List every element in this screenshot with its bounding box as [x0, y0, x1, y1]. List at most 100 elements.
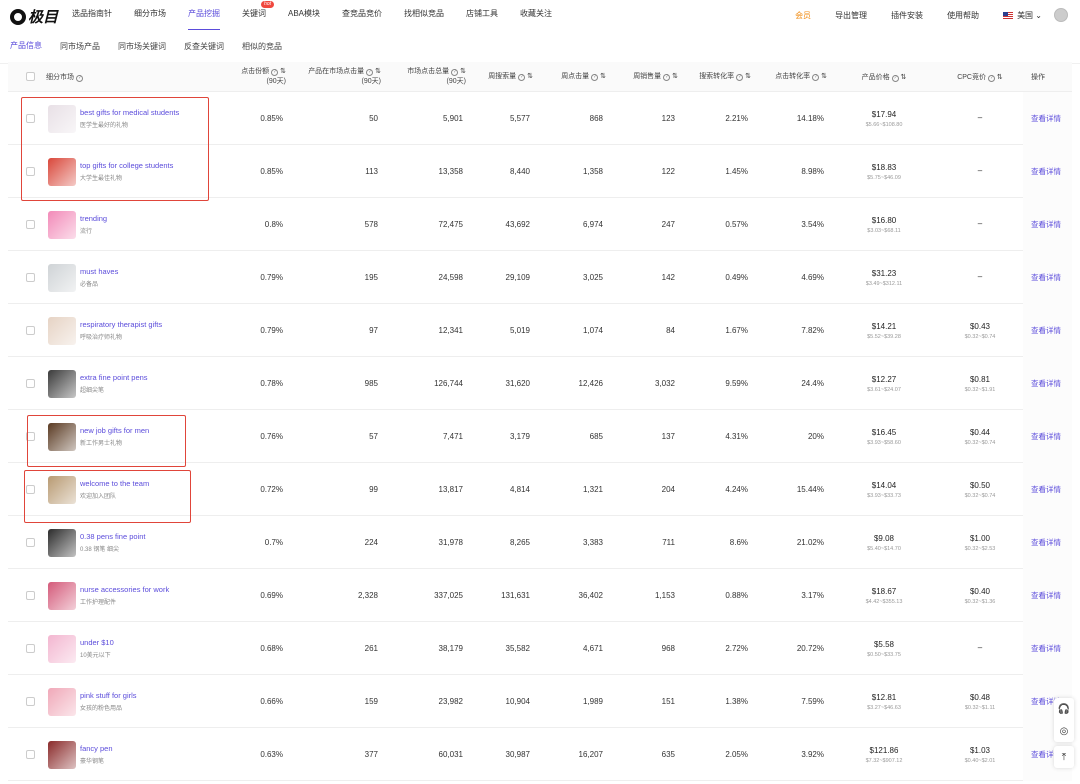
header-weekly-search[interactable]: 周搜索量? ⇅: [470, 72, 537, 82]
market-name-link[interactable]: extra fine point pens: [80, 373, 210, 382]
nav-item[interactable]: 收藏关注: [520, 0, 552, 30]
weekly-clicks: 868: [589, 114, 603, 123]
header-search-cvr[interactable]: 搜索转化率? ⇅: [682, 72, 755, 82]
market-name-link[interactable]: must haves: [80, 267, 210, 276]
weekly-clicks: 685: [589, 432, 603, 441]
logo[interactable]: 极目: [10, 6, 58, 27]
view-details-link[interactable]: 查看详情: [1023, 569, 1072, 622]
row-checkbox[interactable]: [8, 697, 44, 706]
view-details-link[interactable]: 查看详情: [1023, 410, 1072, 463]
cpc: $1.03: [969, 745, 991, 755]
weekly-clicks: 36,402: [578, 591, 603, 600]
header-product-clicks[interactable]: 产品在市场点击量? ⇅ (90天): [290, 67, 385, 87]
weekly-sales: 711: [662, 538, 675, 547]
product-clicks: 57: [369, 432, 378, 441]
nav-item[interactable]: 店铺工具: [466, 0, 498, 30]
row-checkbox[interactable]: [8, 750, 44, 759]
weekly-search: 3,179: [509, 432, 530, 441]
vip-link[interactable]: 会员: [795, 10, 811, 21]
select-all-checkbox[interactable]: [8, 72, 44, 81]
cpc-range: $0.32~$1.91: [964, 386, 996, 393]
product-image[interactable]: [44, 316, 80, 345]
click-cvr: 4.69%: [801, 273, 824, 282]
weekly-search: 31,620: [505, 379, 530, 388]
view-details-link[interactable]: 查看详情: [1023, 304, 1072, 357]
weekly-search: 4,814: [509, 485, 530, 494]
header-click-share[interactable]: 点击份额? ⇅ (90天): [210, 67, 290, 87]
product-image[interactable]: [44, 369, 80, 398]
header-weekly-clicks[interactable]: 周点击量? ⇅: [537, 72, 610, 82]
product-image[interactable]: [44, 528, 80, 557]
row-checkbox[interactable]: [8, 538, 44, 547]
view-details-link[interactable]: 查看详情: [1023, 357, 1072, 410]
row-checkbox[interactable]: [8, 644, 44, 653]
arrow-up-icon: ⤒: [1061, 751, 1067, 763]
weekly-clicks: 1,989: [582, 697, 603, 706]
price-range: $3.61~$24.07: [867, 386, 901, 393]
sub-tab[interactable]: 同市场产品: [60, 31, 100, 63]
view-details-link[interactable]: 查看详情: [1023, 463, 1072, 516]
market-name-link[interactable]: nurse accessories for work: [80, 585, 210, 594]
price: $18.83: [871, 162, 897, 172]
view-details-link[interactable]: 查看详情: [1023, 622, 1072, 675]
sub-tab[interactable]: 同市场关键词: [118, 31, 166, 63]
view-details-link[interactable]: 查看详情: [1023, 516, 1072, 569]
header-price[interactable]: 产品价格? ⇅: [831, 72, 937, 82]
cpc-range: $0.32~$1.11: [964, 704, 996, 711]
price: $18.67: [871, 586, 897, 596]
product-clicks: 985: [364, 379, 378, 388]
view-details-link[interactable]: 查看详情: [1023, 198, 1072, 251]
row-checkbox[interactable]: [8, 273, 44, 282]
nav-item[interactable]: 细分市场: [134, 0, 166, 30]
help-link[interactable]: 使用帮助: [947, 10, 979, 21]
market-name-cn: 呼吸治疗师礼物: [80, 335, 123, 341]
market-name-link[interactable]: fancy pen: [80, 744, 210, 753]
cpc-range: $0.40~$2.01: [964, 757, 996, 764]
avatar[interactable]: [1054, 8, 1068, 22]
headset-icon[interactable]: 🎧: [1058, 704, 1070, 715]
back-to-top-button[interactable]: ⤒: [1054, 746, 1074, 768]
search-cvr: 0.88%: [725, 591, 748, 600]
product-clicks: 113: [365, 167, 378, 176]
nav-item[interactable]: 关键词 hot: [242, 0, 274, 30]
market-name-link[interactable]: 0.38 pens fine point: [80, 532, 210, 541]
product-image[interactable]: [44, 634, 80, 663]
row-checkbox[interactable]: [8, 379, 44, 388]
cpc: –: [977, 642, 983, 652]
view-details-link[interactable]: 查看详情: [1023, 145, 1072, 198]
market-name-link[interactable]: respiratory therapist gifts: [80, 320, 210, 329]
plugin-link[interactable]: 插件安装: [891, 10, 923, 21]
product-image[interactable]: [44, 687, 80, 716]
product-image[interactable]: [44, 263, 80, 292]
nav-item[interactable]: 选品指南针: [72, 0, 112, 30]
sub-tab[interactable]: 产品信息: [10, 30, 42, 63]
nav-item[interactable]: 找相似竞品: [404, 0, 444, 30]
product-image[interactable]: [44, 740, 80, 769]
view-details-link[interactable]: 查看详情: [1023, 251, 1072, 304]
product-image[interactable]: [44, 581, 80, 610]
sub-tab[interactable]: 反查关键词: [184, 31, 224, 63]
header-click-cvr[interactable]: 点击转化率? ⇅: [755, 72, 831, 82]
nav-item[interactable]: ABA模块: [288, 0, 320, 30]
nav-item[interactable]: 查竞品竞价: [342, 0, 382, 30]
market-name-link[interactable]: pink stuff for girls: [80, 691, 210, 700]
row-checkbox[interactable]: [8, 220, 44, 229]
price: $5.58: [873, 639, 895, 649]
header-market-clicks[interactable]: 市场点击总量? ⇅ (90天): [385, 67, 470, 87]
price-range: $0.50~$33.75: [867, 651, 901, 658]
row-checkbox[interactable]: [8, 591, 44, 600]
nav-item[interactable]: 产品挖掘: [188, 0, 220, 30]
export-link[interactable]: 导出管理: [835, 10, 867, 21]
sub-tab[interactable]: 相似的竞品: [242, 31, 282, 63]
market-name-link[interactable]: under $10: [80, 638, 210, 647]
view-details-link[interactable]: 查看详情: [1023, 92, 1072, 145]
product-image[interactable]: [44, 210, 80, 239]
market-name-link[interactable]: trending: [80, 214, 210, 223]
row-checkbox[interactable]: [8, 326, 44, 335]
weekly-clicks: 1,358: [582, 167, 603, 176]
country-select[interactable]: 美国 ⌄: [1003, 10, 1042, 21]
price: $31.23: [871, 268, 897, 278]
header-cpc[interactable]: CPC竞价? ⇅: [937, 72, 1023, 82]
header-weekly-sales[interactable]: 周销售量? ⇅: [610, 72, 682, 82]
globe-icon[interactable]: ◎: [1060, 726, 1069, 737]
